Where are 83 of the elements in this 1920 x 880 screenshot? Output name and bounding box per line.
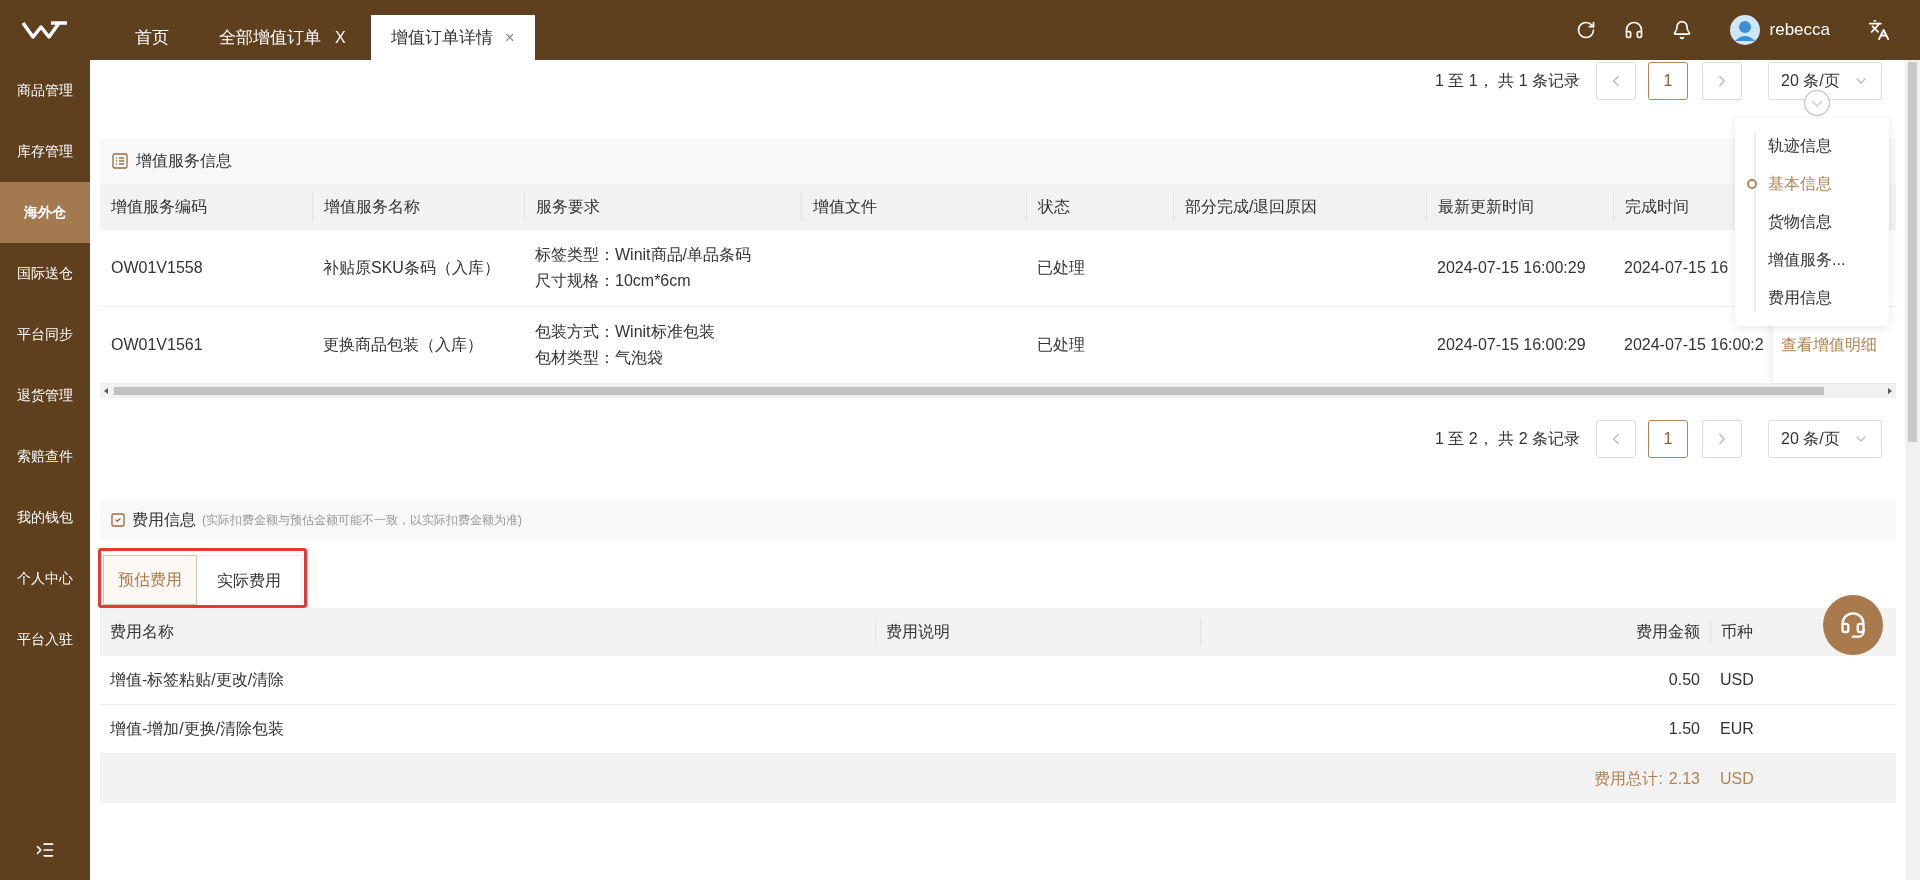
logo-icon bbox=[21, 20, 69, 40]
table-cell-text: 增值-标签粘贴/更改/清除 bbox=[109, 670, 286, 690]
anchor-link[interactable]: 基本信息 bbox=[1768, 172, 1832, 196]
table-cell-text: 1.50 bbox=[1668, 719, 1700, 739]
anchor-link[interactable]: 轨迹信息 bbox=[1768, 134, 1832, 158]
table-cell-text: 已处理 bbox=[1036, 335, 1086, 355]
view-details-link[interactable]: 查看增值明细 bbox=[1781, 333, 1877, 357]
anchor-link[interactable]: 增值服务... bbox=[1768, 248, 1846, 272]
section-note: (实际扣费金额与预估金额可能不一致，以实际扣费金额为准) bbox=[202, 512, 522, 529]
column-header: 增值服务名称 bbox=[324, 197, 420, 217]
sidebar-item[interactable]: 商品管理 bbox=[0, 60, 90, 121]
total-amount: 2.13 bbox=[1668, 768, 1700, 789]
bell-icon[interactable] bbox=[1671, 20, 1692, 40]
page-tab[interactable]: 增值订单详情 × bbox=[370, 15, 535, 60]
requirement-line: 包材类型：气泡袋 bbox=[535, 348, 664, 368]
table-cell-text: 增值-增加/更换/清除包装 bbox=[109, 719, 286, 739]
avatar-icon[interactable] bbox=[1729, 15, 1760, 45]
column-header: 完成时间 bbox=[1625, 197, 1689, 217]
sidebar-item[interactable]: 库存管理 bbox=[0, 121, 90, 182]
table-cell-text: 已处理 bbox=[1036, 258, 1086, 278]
column-header: 服务要求 bbox=[536, 197, 600, 217]
page-number[interactable]: 1 bbox=[1648, 420, 1688, 458]
requirement-line: 尺寸规格：10cm*6cm bbox=[535, 271, 692, 291]
tab-close[interactable]: X bbox=[335, 25, 346, 50]
table-cell-text: 2024-07-15 16 bbox=[1623, 258, 1730, 278]
total-currency: USD bbox=[1719, 768, 1755, 789]
record-summary: 1 至 2， 共 2 条记录 bbox=[1435, 429, 1580, 449]
fee-tab[interactable]: 实际费用 bbox=[197, 555, 302, 605]
list-icon bbox=[112, 153, 128, 169]
section-title: 费用信息 bbox=[132, 510, 196, 530]
page-tab[interactable]: 全部增值订单 X bbox=[194, 15, 371, 60]
table-cell-text: USD bbox=[1719, 670, 1755, 690]
requirement-line: 包装方式：Winit标准包装 bbox=[535, 322, 716, 342]
translate-icon[interactable] bbox=[1868, 19, 1890, 41]
page-number[interactable]: 1 bbox=[1648, 62, 1688, 100]
vertical-scrollbar[interactable] bbox=[1905, 60, 1920, 880]
sidebar-item[interactable]: 索赔查件 bbox=[0, 426, 90, 487]
table-cell-text: 0.50 bbox=[1668, 670, 1700, 690]
table-cell-text: EUR bbox=[1719, 719, 1755, 739]
sidebar-item[interactable]: 我的钱包 bbox=[0, 487, 90, 548]
tab-close[interactable]: × bbox=[504, 24, 515, 51]
requirement-line: 标签类型：Winit商品/单品条码 bbox=[535, 245, 752, 265]
refresh-icon[interactable] bbox=[1575, 20, 1596, 40]
anchor-link[interactable]: 货物信息 bbox=[1768, 210, 1832, 234]
sidebar-item[interactable]: 退货管理 bbox=[0, 365, 90, 426]
checkbox-icon bbox=[110, 512, 126, 528]
table-cell-text: 2024-07-15 16:00:2 bbox=[1623, 335, 1765, 355]
collapse-menu-icon[interactable] bbox=[35, 840, 55, 860]
sidebar-item[interactable]: 个人中心 bbox=[0, 548, 90, 609]
column-header: 增值服务编码 bbox=[111, 197, 207, 217]
record-summary: 1 至 1， 共 1 条记录 bbox=[1435, 71, 1580, 91]
column-header: 费用说明 bbox=[875, 620, 1200, 644]
headphones-icon[interactable] bbox=[1623, 20, 1644, 40]
headset-icon bbox=[1839, 611, 1867, 639]
table-cell-text: 2024-07-15 16:00:29 bbox=[1436, 258, 1587, 278]
user-name[interactable]: rebecca bbox=[1769, 17, 1830, 43]
total-label: 费用总计: bbox=[1594, 768, 1663, 789]
page-size-select[interactable]: 20 条/页 bbox=[1768, 420, 1882, 458]
tab-label: 首页 bbox=[135, 26, 169, 49]
sidebar-item[interactable]: 海外仓 bbox=[0, 182, 90, 243]
fee-tab[interactable]: 预估费用 bbox=[103, 555, 197, 605]
table-cell-text: 2024-07-15 16:00:29 bbox=[1436, 335, 1587, 355]
tab-label: 增值订单详情 bbox=[390, 26, 493, 49]
column-header: 费用金额 bbox=[1636, 622, 1700, 642]
column-header: 最新更新时间 bbox=[1438, 197, 1534, 217]
column-header: 增值文件 bbox=[813, 197, 877, 217]
horizontal-scrollbar[interactable] bbox=[100, 384, 1896, 398]
page-size-select[interactable]: 20 条/页 bbox=[1768, 62, 1882, 100]
section-title: 增值服务信息 bbox=[136, 151, 232, 171]
sidebar-item[interactable]: 平台同步 bbox=[0, 304, 90, 365]
column-header: 状态 bbox=[1038, 197, 1070, 217]
sidebar-item[interactable]: 平台入驻 bbox=[0, 609, 90, 670]
support-button[interactable] bbox=[1823, 595, 1883, 655]
tab-label: 全部增值订单 bbox=[219, 26, 321, 49]
sidebar-item[interactable]: 国际送仓 bbox=[0, 243, 90, 304]
table-cell-text: OW01V1558 bbox=[110, 258, 204, 278]
table-cell-text: OW01V1561 bbox=[110, 335, 204, 355]
page-tab[interactable]: 首页 bbox=[110, 15, 194, 60]
column-header: 部分完成/退回原因 bbox=[1185, 197, 1318, 217]
anchor-link[interactable]: 费用信息 bbox=[1768, 286, 1832, 310]
column-header: 费用名称 bbox=[109, 622, 175, 642]
table-cell-text: 更换商品包装（入库） bbox=[322, 335, 484, 355]
table-cell-text: 补贴原SKU条码（入库） bbox=[322, 258, 501, 278]
